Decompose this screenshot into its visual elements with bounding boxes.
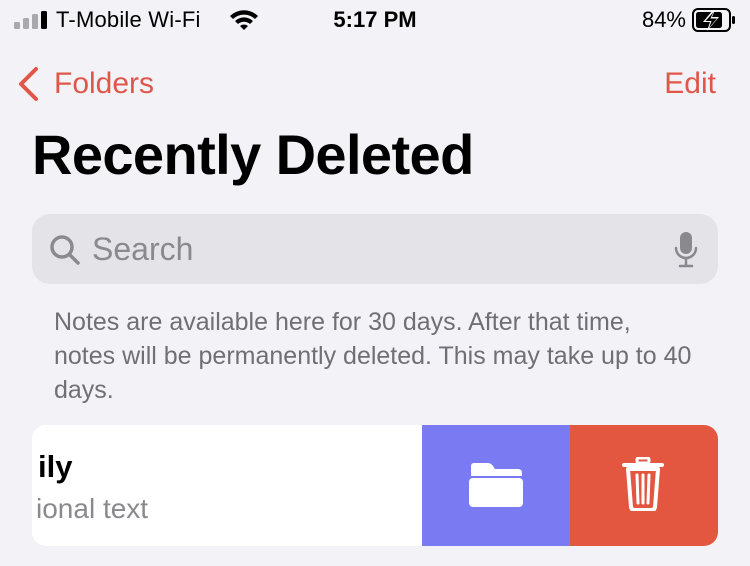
page-title: Recently Deleted xyxy=(32,123,474,186)
status-bar: T-Mobile Wi-Fi 5:17 PM 84% xyxy=(0,0,750,44)
list-item[interactable]: ily ional text xyxy=(32,425,718,546)
move-to-folder-button[interactable] xyxy=(422,425,570,546)
search-input[interactable] xyxy=(92,214,652,284)
edit-button[interactable]: Edit xyxy=(664,64,716,104)
battery-percentage: 84% xyxy=(641,7,686,32)
note-title: ily xyxy=(38,449,73,484)
note-cell[interactable]: ily ional text xyxy=(32,425,422,546)
delete-button[interactable] xyxy=(570,425,718,546)
back-button-label: Folders xyxy=(54,67,155,100)
retention-info-text: Notes are available here for 30 days. Af… xyxy=(54,308,692,404)
battery-charging-icon xyxy=(692,8,735,32)
search-icon xyxy=(50,235,80,265)
search-bar[interactable] xyxy=(32,214,718,284)
clock: 5:17 PM xyxy=(333,7,417,32)
chevron-left-icon xyxy=(19,67,38,101)
trash-icon xyxy=(622,457,664,511)
back-button[interactable]: Folders xyxy=(16,64,154,104)
microphone-icon[interactable] xyxy=(674,231,698,269)
note-preview: ional text xyxy=(36,493,149,524)
folder-icon xyxy=(469,463,523,507)
